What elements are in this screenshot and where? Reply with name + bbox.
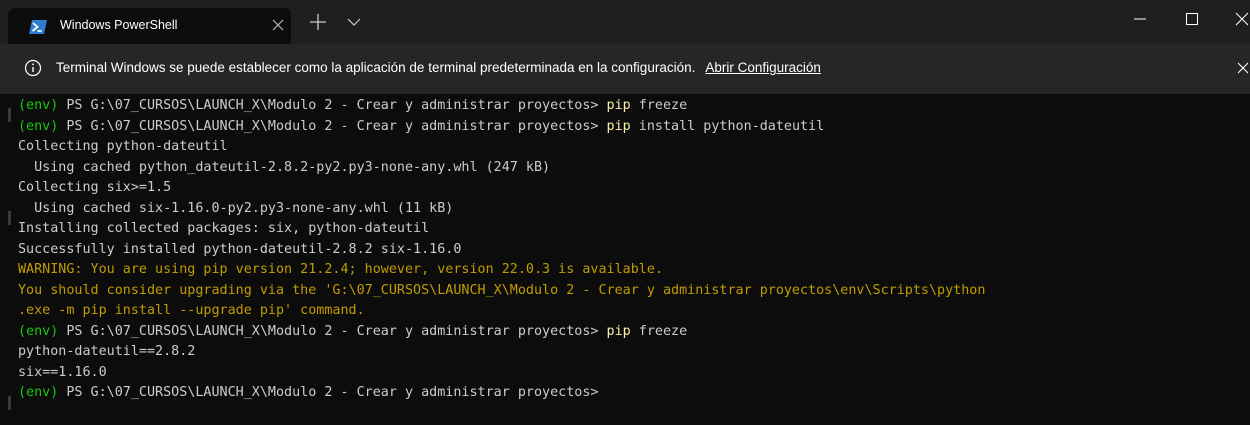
output-line: Using cached six-1.16.0-py2.py3-none-any… xyxy=(18,199,985,220)
prompt-env: (env) xyxy=(18,385,59,400)
command-name: pip xyxy=(606,323,631,339)
output-line: Installing collected packages: six, pyth… xyxy=(18,219,985,240)
prompt-line: (env) PS G:\07_CURSOS\LAUNCH_X\Modulo 2 … xyxy=(18,96,985,117)
command-args: install python-dateutil xyxy=(630,118,825,134)
scroll-mark xyxy=(8,108,11,122)
scroll-mark xyxy=(8,396,11,410)
output-line: Collecting python-dateutil xyxy=(18,137,985,158)
prompt-env: (env) xyxy=(18,118,59,134)
command-name: pip xyxy=(606,118,631,134)
terminal-output[interactable]: (env) PS G:\07_CURSOS\LAUNCH_X\Modulo 2 … xyxy=(0,94,1250,425)
output-line: python-dateutil==2.8.2 xyxy=(18,342,985,363)
prompt-path: PS G:\07_CURSOS\LAUNCH_X\Modulo 2 - Crea… xyxy=(58,323,607,339)
chevron-down-icon[interactable] xyxy=(344,12,364,32)
info-icon xyxy=(24,59,42,77)
output-line: Collecting six>=1.5 xyxy=(18,178,985,199)
minimize-icon[interactable] xyxy=(1131,10,1149,28)
output-line: Using cached python_dateutil-2.8.2-py2.p… xyxy=(18,158,985,179)
scroll-mark xyxy=(8,211,11,225)
command-name: pip xyxy=(606,98,631,113)
title-bar: Windows PowerShell xyxy=(0,0,1250,44)
new-tab-plus-icon[interactable] xyxy=(307,12,329,32)
tab-title: Windows PowerShell xyxy=(60,18,178,32)
output-line: six==1.16.0 xyxy=(18,363,985,384)
command-args: freeze xyxy=(630,323,688,339)
warning-line: WARNING: You are using pip version 21.2.… xyxy=(18,260,985,281)
output-text: Using cached six-1.16.0-py2.py3-none-any… xyxy=(18,200,454,216)
close-tab-icon[interactable] xyxy=(270,17,286,33)
output-text: Successfully installed python-dateutil-2… xyxy=(18,241,462,257)
terminal-lines: (env) PS G:\07_CURSOS\LAUNCH_X\Modulo 2 … xyxy=(18,96,985,404)
close-infobar-icon[interactable] xyxy=(1236,60,1250,74)
prompt-line: (env) PS G:\07_CURSOS\LAUNCH_X\Modulo 2 … xyxy=(18,322,985,343)
default-terminal-infobar: Terminal Windows se puede establecer com… xyxy=(0,44,1250,94)
prompt-path: PS G:\07_CURSOS\LAUNCH_X\Modulo 2 - Crea… xyxy=(58,98,607,113)
warning-text: WARNING: You are using pip version 21.2.… xyxy=(18,262,663,277)
output-text: six==1.16.0 xyxy=(18,364,107,380)
prompt-env: (env) xyxy=(18,323,59,339)
tab-windows-powershell[interactable]: Windows PowerShell xyxy=(8,8,291,44)
warning-text: You should consider upgrading via the 'G… xyxy=(18,282,986,298)
output-line: Successfully installed python-dateutil-2… xyxy=(18,240,985,261)
infobar-message: Terminal Windows se puede establecer com… xyxy=(56,60,821,75)
output-text: Installing collected packages: six, pyth… xyxy=(18,221,430,236)
output-text: Collecting six>=1.5 xyxy=(18,180,172,195)
prompt-env: (env) xyxy=(18,98,59,113)
warning-line: You should consider upgrading via the 'G… xyxy=(18,281,985,302)
prompt-line: (env) PS G:\07_CURSOS\LAUNCH_X\Modulo 2 … xyxy=(18,117,985,138)
maximize-icon[interactable] xyxy=(1183,10,1201,28)
output-text: Using cached python_dateutil-2.8.2-py2.p… xyxy=(18,159,551,175)
prompt-path: PS G:\07_CURSOS\LAUNCH_X\Modulo 2 - Crea… xyxy=(58,118,607,134)
warning-text: .exe -m pip install --upgrade pip' comma… xyxy=(18,303,365,318)
infobar-message-text: Terminal Windows se puede establecer com… xyxy=(56,60,696,75)
output-text: Collecting python-dateutil xyxy=(18,139,228,154)
prompt-path: PS G:\07_CURSOS\LAUNCH_X\Modulo 2 - Crea… xyxy=(58,385,607,400)
prompt-line: (env) PS G:\07_CURSOS\LAUNCH_X\Modulo 2 … xyxy=(18,383,985,404)
close-window-icon[interactable] xyxy=(1234,10,1250,28)
warning-line: .exe -m pip install --upgrade pip' comma… xyxy=(18,301,985,322)
open-settings-link[interactable]: Abrir Configuración xyxy=(705,60,821,75)
powershell-icon xyxy=(29,19,47,38)
command-args: freeze xyxy=(630,98,688,113)
output-text: python-dateutil==2.8.2 xyxy=(18,344,196,359)
